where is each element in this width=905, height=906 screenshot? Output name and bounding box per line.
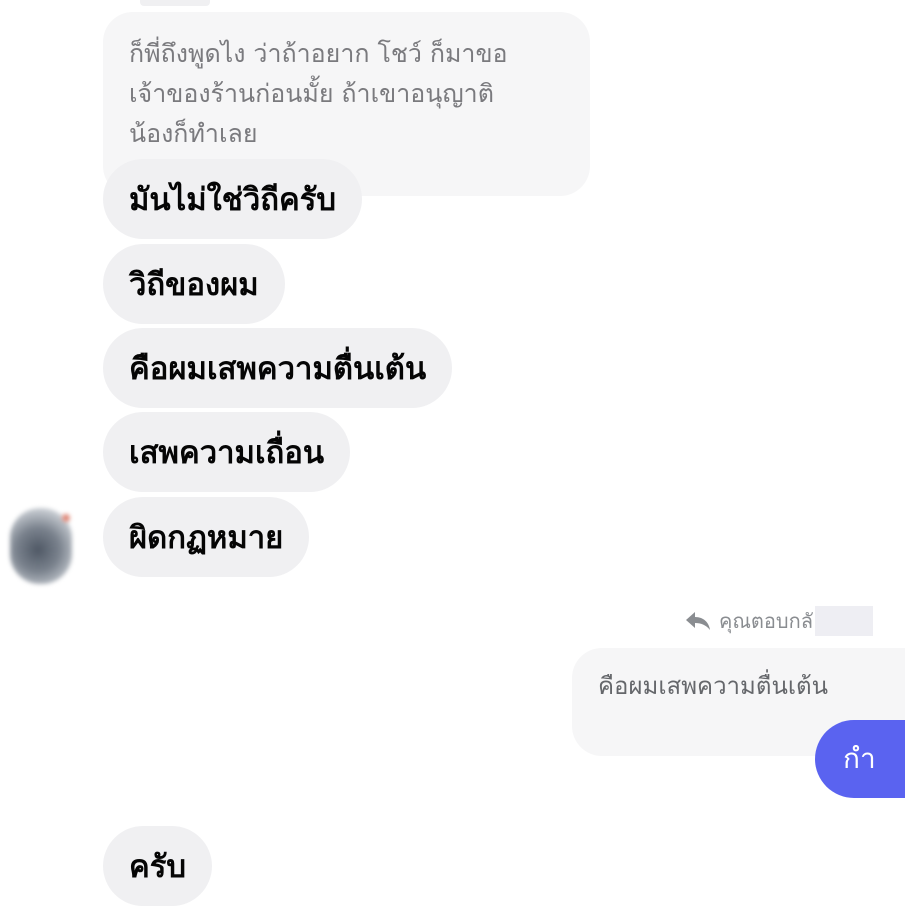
- message-text: เสพความเถื่อน: [129, 435, 325, 471]
- received-message-bubble[interactable]: วิถีของผม: [103, 244, 285, 324]
- message-text: วิถีของผม: [129, 267, 259, 303]
- sent-message-text: กำ: [843, 742, 876, 775]
- received-message-bubble[interactable]: คือผมเสพความตื่นเต้น: [103, 328, 453, 408]
- received-message-bubble[interactable]: ผิดกฏหมาย: [103, 497, 310, 577]
- quoted-message-line: เจ้าของร้านก่อนมั้ย ถ้าเขาอนุญาติ: [129, 79, 494, 108]
- received-message-bubble[interactable]: มันไม่ใช่วิถีครับ: [103, 159, 363, 239]
- reply-header: คุณตอบกลั: [685, 606, 873, 636]
- replied-quote-text: คือผมเสพความตื่นเต้น: [598, 672, 829, 700]
- sent-message-bubble[interactable]: กำ: [815, 720, 905, 798]
- message-text: ผิดกฏหมาย: [129, 520, 284, 556]
- reply-icon: [686, 612, 710, 630]
- message-text: มันไม่ใช่วิถีครับ: [129, 182, 337, 218]
- message-text: คือผมเสพความตื่นเต้น: [129, 351, 427, 387]
- received-message-bubble[interactable]: ครับ: [103, 826, 213, 906]
- message-text: ครับ: [129, 849, 187, 885]
- quoted-message-line: ก็พี่ถึงพูดไง ว่าถ้าอยาก โชว์ ก็มาขอ: [129, 39, 508, 68]
- previous-message-edge: [140, 0, 210, 6]
- quoted-message-line: น้องก็ทำเลย: [129, 119, 258, 148]
- reply-header-text: คุณตอบกลั: [719, 609, 813, 633]
- avatar-blur-detail: [62, 514, 70, 522]
- redacted-name: [815, 606, 873, 636]
- received-message-bubble[interactable]: เสพความเถื่อน: [103, 412, 351, 492]
